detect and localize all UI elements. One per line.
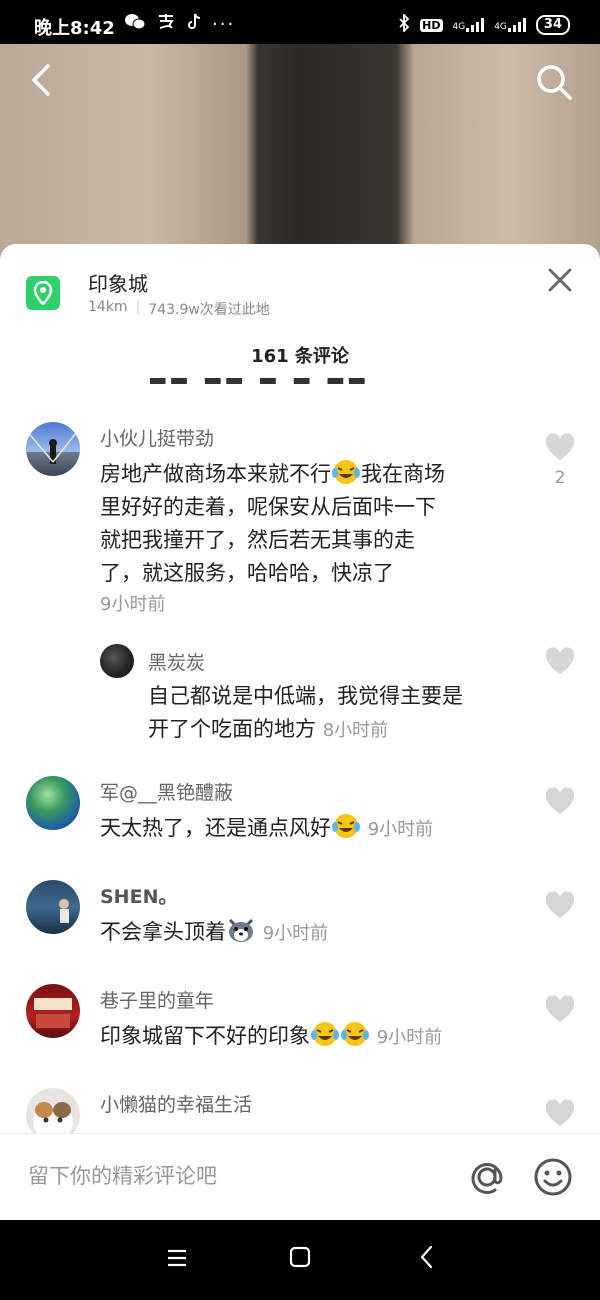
comment-item: 小伙儿挺带劲 房地产做商场本来就不行 我在商场 里好好的走着，呢保安从后面咔一下 … bbox=[0, 420, 600, 630]
husky-dog-emoji-icon bbox=[228, 918, 254, 942]
signal-icon-2: 4G bbox=[494, 18, 526, 32]
search-icon[interactable] bbox=[534, 62, 574, 102]
avatar[interactable] bbox=[26, 776, 80, 830]
laughing-tears-emoji-icon bbox=[332, 460, 360, 484]
comment-text: 印象城留下不好的印象 9小时前 bbox=[100, 1020, 520, 1054]
heart-icon[interactable] bbox=[544, 646, 576, 676]
comment-line: 了，就这服务，哈哈哈，快凉了 bbox=[100, 561, 394, 585]
avatar[interactable] bbox=[26, 880, 80, 934]
comment-author[interactable]: 小懒猫的幸福生活 bbox=[100, 1090, 252, 1117]
comment-time: 8小时前 bbox=[322, 720, 389, 741]
location-pin-icon bbox=[26, 276, 60, 310]
avatar[interactable] bbox=[26, 422, 80, 476]
close-icon[interactable] bbox=[546, 266, 574, 294]
comment-time: 9小时前 bbox=[262, 923, 329, 944]
comment-author[interactable]: 巷子里的童年 bbox=[100, 986, 214, 1013]
avatar[interactable] bbox=[100, 644, 134, 678]
comment-line: 房地产做商场本来就不行 bbox=[100, 462, 331, 486]
tiktok-icon bbox=[186, 13, 202, 36]
comment-line: 我在商场 bbox=[361, 462, 445, 486]
comment-text: 不会拿头顶着 9小时前 bbox=[100, 916, 520, 950]
comment-input[interactable]: 留下你的精彩评论吧 bbox=[28, 1160, 217, 1190]
bluetooth-icon bbox=[398, 12, 410, 36]
video-background bbox=[0, 44, 600, 264]
comment-line: 里好好的走着，呢保安从后面咔一下 bbox=[100, 495, 436, 519]
heart-icon[interactable] bbox=[544, 994, 576, 1024]
like-count: 2 bbox=[554, 468, 566, 488]
menu-icon[interactable] bbox=[164, 1245, 190, 1271]
status-time: 晚上8:42 bbox=[34, 18, 115, 39]
home-icon[interactable] bbox=[287, 1244, 313, 1270]
comment-sheet: 印象城 14km | 743.9w次看过此地 161 条评论 ▂▂ ▂▂ ▂ ▂… bbox=[0, 244, 600, 1220]
location-distance: 14km bbox=[88, 299, 128, 315]
comment-author[interactable]: 黑炭炭 bbox=[148, 648, 205, 675]
heart-icon[interactable] bbox=[544, 890, 576, 920]
scrolled-comment-fragment: ▂▂ ▂▂ ▂ ▂ ▂▂ bbox=[150, 370, 371, 384]
comment-line: 就把我撞开了，然后若无其事的走 bbox=[100, 528, 415, 552]
hd-icon: HD bbox=[420, 18, 443, 32]
comment-author[interactable]: SHEN。 bbox=[100, 882, 177, 909]
laughing-tears-emoji-icon bbox=[332, 814, 360, 838]
avatar[interactable] bbox=[26, 984, 80, 1038]
heart-icon[interactable] bbox=[544, 1098, 576, 1128]
comment-input-bar: 留下你的精彩评论吧 bbox=[0, 1133, 600, 1220]
comment-author[interactable]: 军@__黑铯醴蔽 bbox=[100, 778, 233, 805]
nav-back-icon[interactable] bbox=[414, 1244, 440, 1270]
comment-time: 9小时前 bbox=[376, 1027, 443, 1048]
comment-text: 自己都说是中低端，我觉得主要是 开了个吃面的地方 8小时前 bbox=[148, 680, 528, 747]
signal-label-1: 4G bbox=[452, 22, 466, 32]
comment-time: 9小时前 bbox=[100, 594, 166, 615]
comment-line: 天太热了，还是通点风好 bbox=[100, 816, 331, 840]
heart-icon[interactable] bbox=[544, 432, 576, 462]
laughing-tears-emoji-icon bbox=[311, 1022, 339, 1046]
comment-item: 巷子里的童年 印象城留下不好的印象 9小时前 bbox=[0, 982, 600, 1072]
heart-icon[interactable] bbox=[544, 786, 576, 816]
comment-text: 房地产做商场本来就不行 我在商场 里好好的走着，呢保安从后面咔一下 就把我撞开了，… bbox=[100, 458, 520, 620]
comment-item: 军@__黑铯醴蔽 天太热了，还是通点风好 9小时前 bbox=[0, 774, 600, 864]
comment-line: 自己都说是中低端，我觉得主要是 bbox=[148, 684, 463, 708]
location-meta: 14km | 743.9w次看过此地 bbox=[88, 299, 270, 319]
signal-label-2: 4G bbox=[494, 22, 507, 32]
at-mention-icon[interactable] bbox=[466, 1156, 508, 1198]
comment-time: 9小时前 bbox=[367, 819, 434, 840]
comment-count-title: 161 条评论 bbox=[251, 346, 349, 367]
alipay-icon bbox=[156, 13, 176, 36]
comment-line: 不会拿头顶着 bbox=[100, 920, 226, 944]
back-icon[interactable] bbox=[24, 62, 60, 98]
more-dots-icon: ··· bbox=[212, 14, 236, 35]
meta-separator: | bbox=[135, 299, 141, 315]
location-name[interactable]: 印象城 bbox=[88, 268, 148, 297]
laughing-tears-emoji-icon bbox=[341, 1022, 369, 1046]
comment-text: 天太热了，还是通点风好 9小时前 bbox=[100, 812, 520, 846]
battery-indicator: 34 bbox=[535, 15, 570, 35]
comment-author[interactable]: 小伙儿挺带劲 bbox=[100, 424, 214, 451]
comment-item: SHEN。 不会拿头顶着 9小时前 bbox=[0, 878, 600, 968]
system-nav-bar bbox=[0, 1220, 600, 1300]
comment-line: 开了个吃面的地方 bbox=[148, 717, 316, 741]
wechat-icon bbox=[124, 13, 146, 36]
status-bar: 晚上8:42 ··· HD 4G 4G 34 bbox=[0, 0, 600, 50]
comment-line: 印象城留下不好的印象 bbox=[100, 1024, 310, 1048]
reply-item: 黑炭炭 自己都说是中低端，我觉得主要是 开了个吃面的地方 8小时前 bbox=[0, 642, 600, 752]
location-views: 743.9w次看过此地 bbox=[148, 302, 270, 318]
signal-icon-1: 4G bbox=[453, 18, 485, 32]
emoji-icon[interactable] bbox=[532, 1156, 574, 1198]
